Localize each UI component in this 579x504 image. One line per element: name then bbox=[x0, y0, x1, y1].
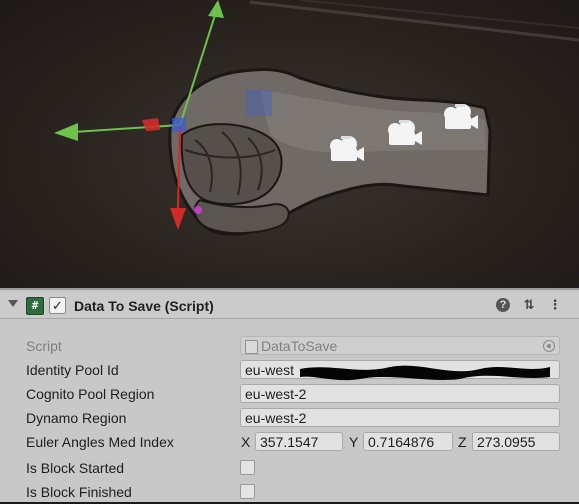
script-asset-icon bbox=[245, 340, 258, 354]
block-started-checkbox[interactable] bbox=[240, 460, 255, 475]
euler-angles-label: Euler Angles Med Index bbox=[26, 434, 174, 450]
presets-icon[interactable]: ⇅ bbox=[521, 297, 537, 313]
block-started-label: Is Block Started bbox=[26, 460, 125, 476]
script-row: Script DataToSave bbox=[0, 334, 579, 358]
foldout-arrow-icon[interactable] bbox=[8, 300, 18, 307]
euler-z-input[interactable]: 273.0955 bbox=[472, 432, 560, 451]
component-enabled-checkbox[interactable]: ✓ bbox=[49, 297, 66, 314]
help-icon[interactable]: ? bbox=[496, 298, 510, 312]
inspector-panel: # ✓ Data To Save (Script) ? ⇅ ⋮ Script D… bbox=[0, 288, 579, 502]
cognito-region-label: Cognito Pool Region bbox=[26, 386, 155, 402]
cognito-region-input[interactable]: eu-west-2 bbox=[240, 384, 560, 403]
euler-angles-row: Euler Angles Med Index X 357.1547 Y 0.71… bbox=[0, 430, 579, 454]
component-header[interactable]: # ✓ Data To Save (Script) ? ⇅ ⋮ bbox=[0, 292, 579, 319]
component-title: Data To Save (Script) bbox=[74, 298, 214, 314]
block-finished-label: Is Block Finished bbox=[26, 484, 132, 500]
camera-icon[interactable] bbox=[441, 102, 479, 132]
redaction-scribble bbox=[300, 365, 550, 381]
identity-pool-label: Identity Pool Id bbox=[26, 362, 119, 378]
camera-icon[interactable] bbox=[327, 134, 365, 164]
euler-z-label[interactable]: Z bbox=[458, 434, 467, 450]
euler-y-label[interactable]: Y bbox=[349, 434, 358, 450]
context-menu-icon[interactable]: ⋮ bbox=[547, 297, 563, 313]
dynamo-region-label: Dynamo Region bbox=[26, 410, 127, 426]
block-finished-checkbox[interactable] bbox=[240, 484, 255, 499]
block-finished-row: Is Block Finished bbox=[0, 480, 579, 504]
identity-pool-row: Identity Pool Id eu-west bbox=[0, 358, 579, 382]
camera-icon[interactable] bbox=[385, 118, 423, 148]
object-picker-icon bbox=[543, 340, 555, 352]
script-label: Script bbox=[26, 338, 62, 354]
script-field: DataToSave bbox=[240, 336, 560, 355]
block-started-row: Is Block Started bbox=[0, 456, 579, 480]
cognito-region-row: Cognito Pool Region eu-west-2 bbox=[0, 382, 579, 406]
script-icon: # bbox=[26, 297, 44, 315]
euler-y-input[interactable]: 0.7164876 bbox=[363, 432, 453, 451]
euler-x-label[interactable]: X bbox=[241, 434, 250, 450]
scene-view[interactable] bbox=[0, 0, 579, 288]
euler-x-input[interactable]: 357.1547 bbox=[255, 432, 343, 451]
dynamo-region-input[interactable]: eu-west-2 bbox=[240, 408, 560, 427]
dynamo-region-row: Dynamo Region eu-west-2 bbox=[0, 406, 579, 430]
